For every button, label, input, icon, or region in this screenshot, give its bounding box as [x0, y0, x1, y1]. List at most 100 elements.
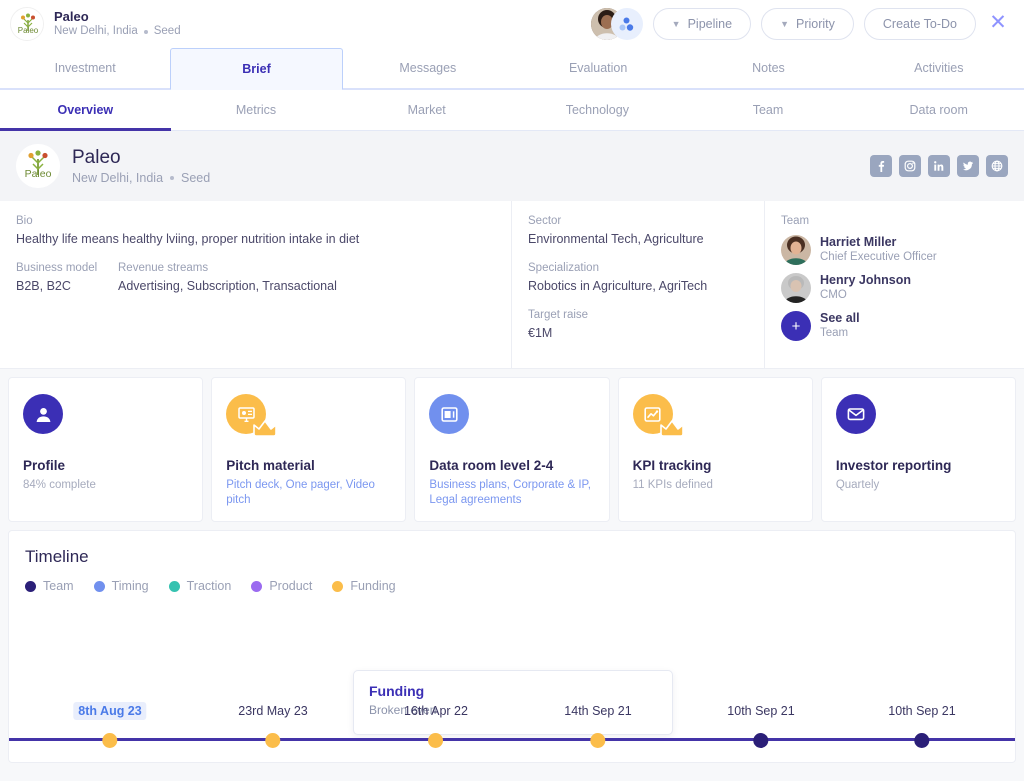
legend-item-funding[interactable]: Funding	[332, 579, 396, 593]
timeline-line	[9, 738, 1015, 741]
timeline-section: Timeline Team Timing Traction Product Fundin…	[8, 530, 1016, 763]
legend-label: Funding	[350, 579, 396, 593]
legend-item-traction[interactable]: Traction	[168, 579, 232, 593]
tab-notes[interactable]: Notes	[683, 48, 854, 89]
timeline-legend: Team Timing Traction Product Funding	[25, 579, 999, 593]
bio-label: Bio	[16, 215, 33, 227]
team-member-row[interactable]: Harriet Miller Chief Executive Officer	[781, 235, 1008, 265]
avatar-group[interactable]	[590, 8, 643, 40]
card-description: Quartely	[835, 479, 880, 491]
card-description: 84% complete	[23, 479, 96, 491]
header-company-name: Paleo	[54, 9, 89, 24]
avatar	[781, 235, 811, 265]
see-all-title: See all	[820, 311, 860, 325]
timeline-event-date: 16th Apr 22	[404, 704, 468, 718]
pipeline-dropdown[interactable]: ▼ Pipeline	[652, 8, 752, 40]
linkedin-icon[interactable]	[928, 155, 950, 177]
website-icon[interactable]	[986, 155, 1008, 177]
card-icon-wrap	[835, 394, 882, 440]
timeline-event-date: 10th Sep 21	[888, 704, 956, 718]
timeline-event[interactable]: 10th Sep 21	[722, 702, 799, 748]
sub-tab-bar: Overview Metrics Market Technology Team Data …	[0, 90, 1024, 131]
tab-brief[interactable]: Brief	[170, 48, 343, 90]
timeline-event[interactable]: 23rd May 23	[233, 702, 312, 748]
legend-color-dot	[168, 580, 180, 592]
timeline-event-dot[interactable]	[265, 733, 281, 748]
legend-color-dot	[25, 580, 36, 592]
business-model-values: B2B, B2C Advertising, Subscription, Tran…	[16, 279, 495, 293]
company-logo: Paleo	[10, 7, 44, 41]
team-list: Harriet Miller Chief Executive Officer Hen…	[781, 235, 1008, 303]
social-links	[870, 155, 1008, 177]
business-model-row: Business model Revenue streams	[16, 262, 495, 279]
sector-value: Environmental Tech, Agriculture	[528, 232, 704, 246]
legend-item-product[interactable]: Product	[251, 579, 312, 593]
team-member-row[interactable]: Henry Johnson CMO	[781, 273, 1008, 303]
legend-label: Timing	[111, 579, 149, 593]
card-description: Pitch deck, One pager, Video pitch	[226, 479, 375, 506]
svg-text:Paleo: Paleo	[25, 168, 52, 180]
subtab-data-room[interactable]: Data room	[853, 90, 1024, 130]
tab-evaluation[interactable]: Evaluation	[512, 48, 684, 89]
see-all-subtitle: Team	[820, 327, 849, 339]
target-raise-value: €1M	[528, 326, 553, 340]
timeline-event-dot[interactable]	[753, 733, 769, 748]
legend-label: Traction	[186, 579, 232, 593]
priority-dropdown[interactable]: ▼ Priority	[761, 8, 854, 40]
premium-crown-icon	[659, 417, 685, 442]
subtab-overview[interactable]: Overview	[0, 90, 171, 131]
timeline-event-dot[interactable]	[428, 733, 444, 748]
team-badge-icon[interactable]	[610, 8, 643, 40]
timeline-event-date: 10th Sep 21	[727, 704, 795, 718]
tab-activities[interactable]: Activities	[853, 48, 1024, 89]
user-icon	[23, 394, 63, 434]
envelope-icon	[835, 394, 876, 434]
close-icon[interactable]: ✕	[986, 12, 1010, 36]
chevron-down-icon: ▼	[671, 19, 681, 29]
card-data-room-level-2-4[interactable]: Data room level 2-4 Business plans, Corpo…	[414, 377, 610, 522]
tab-messages[interactable]: Messages	[342, 48, 513, 89]
facebook-icon[interactable]	[870, 155, 892, 177]
see-all-team-row[interactable]: + See all Team	[781, 311, 1008, 341]
subtab-team[interactable]: Team	[683, 90, 854, 130]
timeline-event[interactable]: 16th Apr 22	[399, 702, 473, 748]
subtab-technology[interactable]: Technology	[512, 90, 683, 130]
card-profile[interactable]: Profile 84% complete	[8, 377, 204, 522]
crown-icon	[253, 420, 278, 437]
legend-item-timing[interactable]: Timing	[93, 579, 149, 593]
crown-icon	[659, 420, 684, 437]
sector-column: Sector Environmental Tech, Agriculture S…	[512, 201, 765, 368]
card-pitch-material[interactable]: Pitch material Pitch deck, One pager, Vid…	[211, 377, 407, 522]
timeline-event[interactable]: 10th Sep 21	[883, 702, 960, 748]
profile-location: New Delhi, India	[72, 170, 164, 185]
bio-column: Bio Healthy life means healthy lviing, p…	[0, 201, 512, 368]
timeline-event[interactable]: 8th Aug 23	[73, 702, 147, 748]
sector-label: Sector	[528, 215, 562, 227]
timeline-event-dot[interactable]	[590, 733, 606, 748]
instagram-icon[interactable]	[899, 155, 921, 177]
legend-color-dot	[251, 580, 263, 592]
tab-investment[interactable]: Investment	[0, 48, 171, 89]
twitter-icon[interactable]	[957, 155, 979, 177]
timeline-event[interactable]: 14th Sep 21	[559, 702, 636, 748]
timeline-event-date: 23rd May 23	[238, 704, 308, 718]
card-kpi-tracking[interactable]: KPI tracking 11 KPIs defined	[617, 377, 813, 522]
team-column: Team Harriet Miller Chief Executive Offic…	[765, 201, 1024, 368]
timeline-event-dot[interactable]	[102, 733, 118, 748]
page-title: Paleo	[72, 146, 121, 168]
subtab-market[interactable]: Market	[341, 90, 512, 130]
timeline-axis: 8th Aug 23 23rd May 23 16th Apr 22 14th Sep…	[9, 702, 1015, 762]
timeline-title: Timeline	[25, 547, 89, 566]
timeline-event-dot[interactable]	[914, 733, 930, 748]
card-investor-reporting[interactable]: Investor reporting Quartely	[820, 377, 1017, 522]
subtab-metrics[interactable]: Metrics	[171, 90, 342, 130]
vault-icon	[429, 394, 470, 434]
team-member-name: Harriet Miller	[820, 235, 897, 249]
card-title: Investor reporting	[835, 458, 952, 473]
card-icon-wrap	[429, 394, 475, 440]
header-location: New Delhi, India	[54, 25, 138, 37]
legend-item-team[interactable]: Team	[25, 579, 74, 593]
create-todo-button[interactable]: Create To-Do	[863, 8, 976, 40]
card-description: Business plans, Corporate & IP, Legal ag…	[429, 479, 591, 506]
bio-text: Healthy life means healthy lviing, prope…	[16, 232, 360, 246]
